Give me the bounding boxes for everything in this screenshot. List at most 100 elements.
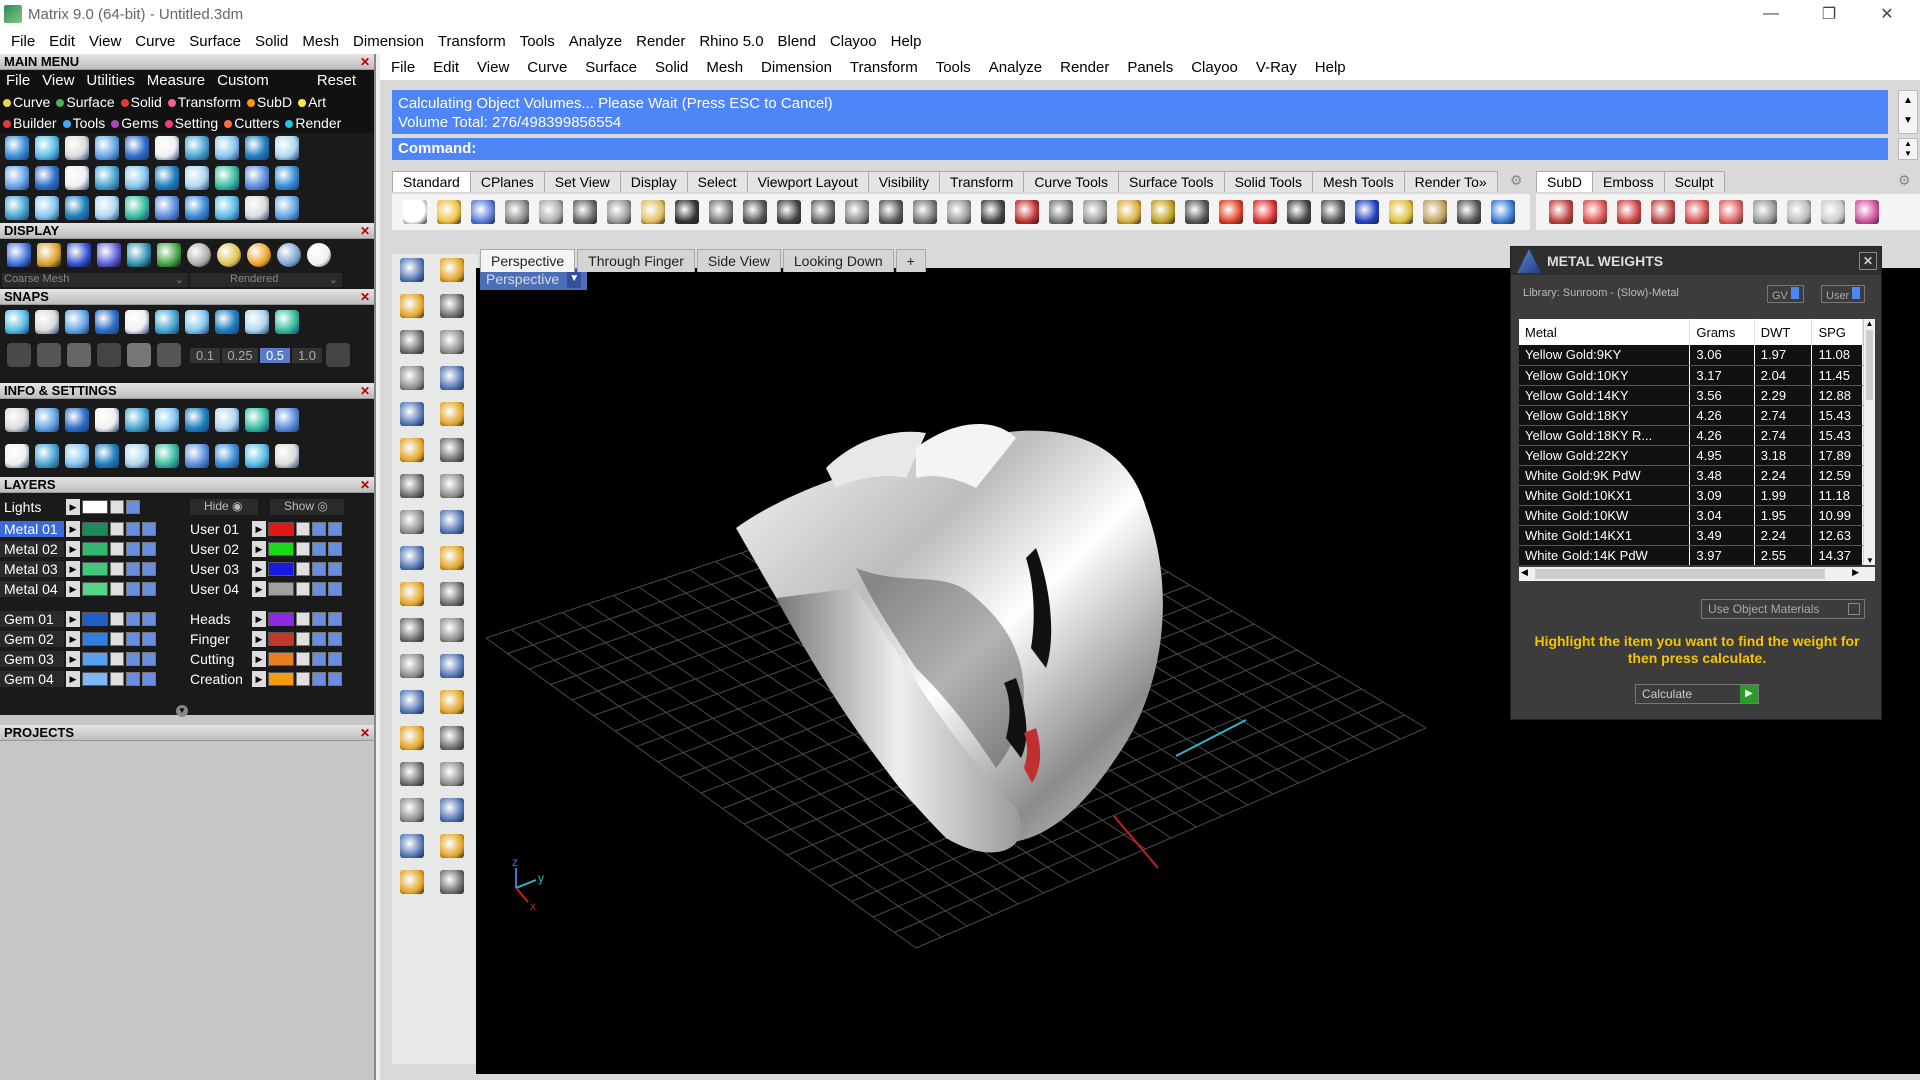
- command-input[interactable]: Command:: [392, 138, 1888, 160]
- tool-icon[interactable]: [215, 196, 239, 220]
- toolbar-button-icon[interactable]: [1219, 200, 1243, 224]
- table-row[interactable]: Yellow Gold:10KY 3.17 2.04 11.45: [1519, 365, 1863, 386]
- toolbar-button-icon[interactable]: [1015, 200, 1039, 224]
- toolbar-button-icon[interactable]: [505, 200, 529, 224]
- lock-icon[interactable]: [110, 612, 124, 626]
- display-mode-icon[interactable]: [217, 243, 241, 267]
- menu-help[interactable]: Help: [1306, 59, 1355, 76]
- display-mode-icon[interactable]: [67, 243, 91, 267]
- toolbar-button-icon[interactable]: [1117, 200, 1141, 224]
- draw-tool-icon[interactable]: [440, 258, 464, 282]
- layer-name[interactable]: Gem 02: [0, 631, 64, 647]
- layer-row[interactable]: Metal 02 ▶: [0, 539, 156, 559]
- draw-tool-icon[interactable]: [440, 510, 464, 534]
- draw-tool-icon[interactable]: [440, 834, 464, 858]
- category-art[interactable]: Art: [295, 94, 329, 110]
- snap-icon[interactable]: [245, 310, 269, 334]
- history-scrollbar[interactable]: ▲ ▼: [1898, 90, 1918, 134]
- layer-row[interactable]: Gem 01 ▶: [0, 609, 156, 629]
- toolbar-button-icon[interactable]: [403, 200, 427, 224]
- toolbar-tab[interactable]: Visibility: [867, 171, 941, 192]
- lmenu-custom[interactable]: Custom: [211, 72, 275, 89]
- lock-icon[interactable]: [296, 562, 310, 576]
- toolbar-tab[interactable]: CPlanes: [469, 171, 545, 192]
- snap-value-0-5[interactable]: 0.5: [260, 347, 290, 363]
- close-icon[interactable]: ✕: [360, 289, 370, 305]
- settings-icon[interactable]: [125, 444, 149, 468]
- close-icon[interactable]: ✕: [360, 223, 370, 239]
- visibility-icon[interactable]: [126, 582, 140, 596]
- settings-icon[interactable]: [5, 444, 29, 468]
- toolbar-button-icon[interactable]: [1049, 200, 1073, 224]
- display-mode-icon[interactable]: [187, 243, 211, 267]
- planar-icon[interactable]: [127, 343, 151, 367]
- layer-color-swatch[interactable]: [82, 562, 108, 576]
- render-toggle-icon[interactable]: [142, 562, 156, 576]
- display-mode-icon[interactable]: [307, 243, 331, 267]
- draw-tool-icon[interactable]: [440, 582, 464, 606]
- tool-icon[interactable]: [245, 136, 269, 160]
- toolbar-button-icon[interactable]: [607, 200, 631, 224]
- layer-name[interactable]: Heads: [186, 611, 250, 627]
- table-row[interactable]: White Gold:14K PdW 3.97 2.55 14.37: [1519, 545, 1863, 565]
- close-icon[interactable]: ✕: [1859, 252, 1877, 270]
- category-builder[interactable]: Builder: [0, 115, 60, 131]
- visibility-icon[interactable]: [126, 542, 140, 556]
- render-toggle-icon[interactable]: [328, 652, 342, 666]
- draw-tool-icon[interactable]: [440, 654, 464, 678]
- layer-color-swatch[interactable]: [82, 612, 108, 626]
- expand-arrow-icon[interactable]: ▶: [66, 651, 80, 667]
- visibility-icon[interactable]: [126, 672, 140, 686]
- display-mode-icon[interactable]: [37, 243, 61, 267]
- draw-tool-icon[interactable]: [400, 870, 424, 894]
- table-row[interactable]: White Gold:9K PdW 3.48 2.24 12.59: [1519, 465, 1863, 486]
- draw-tool-icon[interactable]: [440, 402, 464, 426]
- lock-icon[interactable]: [110, 582, 124, 596]
- toolbar-button-icon[interactable]: [811, 200, 835, 224]
- visibility-icon[interactable]: [312, 652, 326, 666]
- ortho-icon[interactable]: [67, 343, 91, 367]
- draw-tool-icon[interactable]: [440, 618, 464, 642]
- table-row[interactable]: Yellow Gold:9KY 3.06 1.97 11.08: [1519, 345, 1863, 366]
- draw-tool-icon[interactable]: [440, 690, 464, 714]
- toolbar-tab[interactable]: Set View: [543, 171, 621, 192]
- layer-color-swatch[interactable]: [268, 582, 294, 596]
- layer-row[interactable]: Cutting ▶: [186, 649, 342, 669]
- top-menu-edit[interactable]: Edit: [42, 33, 82, 50]
- layer-name[interactable]: Metal 03: [0, 561, 64, 577]
- snap-icon[interactable]: [155, 310, 179, 334]
- table-horizontal-scrollbar[interactable]: ◀ ▶: [1519, 567, 1875, 581]
- top-menu-dimension[interactable]: Dimension: [346, 33, 431, 50]
- snap-icon[interactable]: [35, 310, 59, 334]
- toolbar-tab[interactable]: Surface Tools: [1117, 171, 1225, 192]
- category-surface[interactable]: Surface: [53, 94, 117, 110]
- tool-icon[interactable]: [35, 196, 59, 220]
- chevron-down-icon[interactable]: ▼: [1864, 556, 1875, 565]
- toolbar-tab[interactable]: Solid Tools: [1223, 171, 1314, 192]
- top-menu-tools[interactable]: Tools: [513, 33, 562, 50]
- user-toggle[interactable]: User: [1821, 285, 1866, 303]
- display-mode-icon[interactable]: [7, 243, 31, 267]
- layer-row[interactable]: User 03 ▶: [186, 559, 342, 579]
- settings-icon[interactable]: [65, 444, 89, 468]
- add-viewport-button[interactable]: +: [895, 249, 926, 272]
- tab-looking-down[interactable]: Looking Down: [782, 249, 894, 272]
- expand-arrow-icon[interactable]: ▶: [252, 581, 266, 597]
- table-row[interactable]: Yellow Gold:18KY R... 4.26 2.74 15.43: [1519, 425, 1863, 446]
- render-toggle-icon[interactable]: [142, 672, 156, 686]
- visibility-icon[interactable]: [312, 582, 326, 596]
- lock-icon[interactable]: [110, 632, 124, 646]
- toolbar-button-icon[interactable]: [981, 200, 1005, 224]
- settings-icon[interactable]: [95, 408, 119, 432]
- snap-icon[interactable]: [65, 310, 89, 334]
- tool-icon[interactable]: [35, 136, 59, 160]
- toolbar-button-icon[interactable]: [947, 200, 971, 224]
- layer-name[interactable]: Finger: [186, 631, 250, 647]
- toolbar-button-icon[interactable]: [1321, 200, 1345, 224]
- category-cutters[interactable]: Cutters: [221, 115, 282, 131]
- render-toggle-icon[interactable]: [142, 582, 156, 596]
- toolbar-button-icon[interactable]: [471, 200, 495, 224]
- toolbar-tab[interactable]: Render To»: [1403, 171, 1498, 192]
- draw-tool-icon[interactable]: [400, 438, 424, 462]
- expand-arrow-icon[interactable]: ▶: [66, 499, 80, 515]
